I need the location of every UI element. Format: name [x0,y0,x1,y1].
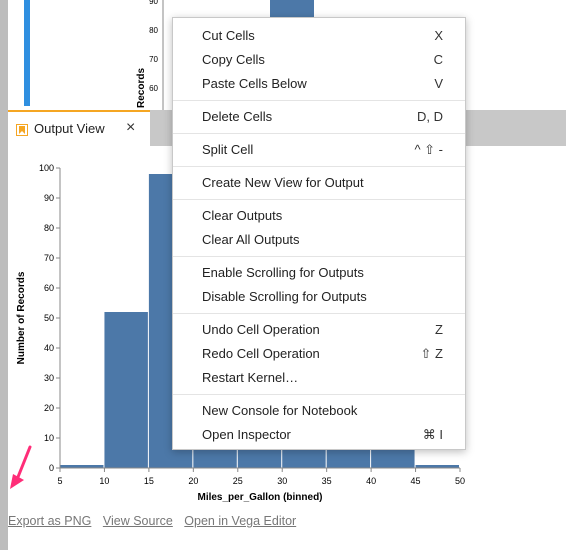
y-tick-label: 20 [44,403,54,413]
view-source-link[interactable]: View Source [103,514,173,528]
x-tick-label: 30 [277,476,287,486]
open-vega-editor-link[interactable]: Open in Vega Editor [184,514,296,528]
menu-item-copy-cells[interactable]: Copy Cells C [173,48,465,70]
output-view-icon [16,123,28,136]
menu-item-label: Disable Scrolling for Outputs [202,289,367,304]
menu-item-restart-kernel[interactable]: Restart Kernel… [173,366,465,388]
close-icon[interactable]: × [126,119,135,137]
y-tick-label: 10 [44,433,54,443]
menu-item-delete-cells[interactable]: Delete Cells D, D [173,105,465,127]
menu-item-clear-outputs[interactable]: Clear Outputs [173,204,465,226]
y-axis-label: Number of Records [16,271,27,364]
menu-item-split-cell[interactable]: Split Cell ^ ⇧ - [173,138,465,160]
top-tick-label: 60 [149,84,158,93]
menu-separator [173,394,465,395]
x-tick-label: 20 [188,476,198,486]
menu-item-enable-scrolling-for-outputs[interactable]: Enable Scrolling for Outputs [173,261,465,283]
menu-item-label: New Console for Notebook [202,403,358,418]
menu-item-paste-cells-below[interactable]: Paste Cells Below V [173,72,465,94]
menu-item-open-inspector[interactable]: Open Inspector ⌘ I [173,423,465,445]
y-tick-label: 30 [44,373,54,383]
menu-item-shortcut: X [434,28,443,43]
menu-item-clear-all-outputs[interactable]: Clear All Outputs [173,228,465,250]
y-tick-label: 100 [39,163,54,173]
menu-item-undo-cell-operation[interactable]: Undo Cell Operation Z [173,318,465,340]
menu-item-label: Delete Cells [202,109,273,124]
menu-item-label: Enable Scrolling for Outputs [202,265,364,280]
tab-label: Output View [34,121,105,136]
menu-separator [173,256,465,257]
menu-item-cut-cells[interactable]: Cut Cells X [173,24,465,46]
menu-item-new-console-for-notebook[interactable]: New Console for Notebook [173,399,465,421]
y-tick-label: 60 [44,283,54,293]
top-chart-ylabel: Records [136,68,147,108]
menu-separator [173,133,465,134]
context-menu: Cut Cells X Copy Cells C Paste Cells Below V D… [172,17,466,450]
export-png-link[interactable]: Export as PNG [8,514,91,528]
x-tick-label: 50 [455,476,465,486]
y-tick-label: 50 [44,313,54,323]
menu-item-shortcut: C [433,52,443,67]
y-tick-label: 90 [44,193,54,203]
menu-item-label: Restart Kernel… [202,370,299,385]
x-tick-label: 10 [99,476,109,486]
menu-item-label: Clear All Outputs [202,232,300,247]
top-tick-label: 90 [149,0,158,6]
active-cell-indicator[interactable] [24,0,30,106]
x-tick-label: 25 [233,476,243,486]
menu-item-shortcut: Z [435,322,443,337]
menu-separator [173,313,465,314]
x-axis-label: Miles_per_Gallon (binned) [197,492,322,503]
left-gutter [0,0,8,550]
menu-item-label: Clear Outputs [202,208,283,223]
menu-item-shortcut: D, D [417,109,443,124]
x-tick-label: 15 [144,476,154,486]
x-tick-label: 45 [411,476,421,486]
y-tick-label: 80 [44,223,54,233]
y-tick-label: 0 [49,463,54,473]
menu-item-shortcut: ⇧ Z [420,346,443,361]
menu-separator [173,199,465,200]
x-tick-label: 35 [322,476,332,486]
y-tick-label: 40 [44,343,54,353]
top-tick-label: 80 [149,26,158,35]
pointer-arrow-icon [10,445,32,489]
top-tick-label: 70 [149,55,158,64]
menu-item-redo-cell-operation[interactable]: Redo Cell Operation ⇧ Z [173,342,465,364]
menu-item-label: Open Inspector [202,427,291,442]
menu-item-shortcut: ^ ⇧ - [414,142,443,157]
menu-item-shortcut: V [434,76,443,91]
x-tick-label: 40 [366,476,376,486]
vega-action-links: Export as PNG View Source Open in Vega E… [8,514,304,528]
y-tick-label: 70 [44,253,54,263]
menu-item-label: Undo Cell Operation [202,322,320,337]
menu-separator [173,166,465,167]
menu-item-label: Paste Cells Below [202,76,307,91]
menu-item-label: Redo Cell Operation [202,346,320,361]
menu-separator [173,100,465,101]
menu-item-label: Copy Cells [202,52,265,67]
top-chart-bar [270,0,314,17]
menu-item-create-new-view-for-output[interactable]: Create New View for Output [173,171,465,193]
menu-item-label: Cut Cells [202,28,255,43]
histogram-bar [104,312,148,468]
menu-item-label: Split Cell [202,142,254,157]
menu-item-shortcut: ⌘ I [422,427,443,442]
menu-item-label: Create New View for Output [202,175,364,190]
menu-item-disable-scrolling-for-outputs[interactable]: Disable Scrolling for Outputs [173,285,465,307]
tab-output-view[interactable]: Output View × [8,110,150,146]
x-tick-label: 5 [57,476,62,486]
